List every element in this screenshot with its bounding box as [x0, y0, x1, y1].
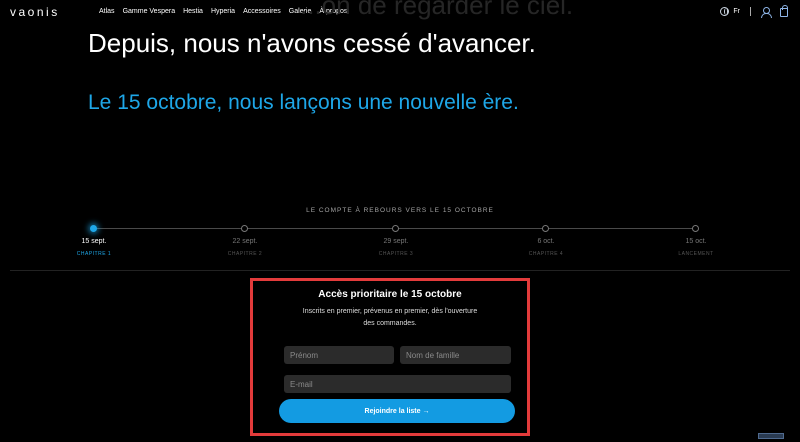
nav-item-gamme-vespera[interactable]: Gamme Vespera: [123, 8, 176, 15]
email-field[interactable]: [284, 375, 511, 393]
timeline-dot-launch[interactable]: [692, 225, 699, 232]
corner-widget[interactable]: [758, 433, 784, 439]
step-date-3: 29 sept.: [383, 238, 409, 245]
step-chapter-1: CHAPITRE 1: [76, 251, 112, 257]
vaonis-logo[interactable]: vaonis: [10, 5, 60, 19]
last-name-field[interactable]: [400, 346, 511, 364]
language-selector[interactable]: Fr: [720, 7, 740, 16]
hero-subline: Le 15 octobre, nous lançons une nouvelle…: [88, 91, 519, 114]
step-chapter-4: CHAPITRE 4: [528, 251, 564, 257]
section-divider: [10, 270, 790, 271]
timeline-dot-chapter-4[interactable]: [542, 225, 549, 232]
step-date-2: 22 sept.: [232, 238, 258, 245]
faded-previous-headline: ...on de regarder le ciel.: [300, 0, 574, 20]
timeline-dot-chapter-1[interactable]: [90, 225, 97, 232]
language-label: Fr: [733, 8, 740, 15]
form-title: Accès prioritaire le 15 octobre: [318, 289, 462, 300]
step-date-5: 15 oct.: [685, 238, 707, 245]
step-date-1: 15 sept.: [81, 238, 107, 245]
join-list-button[interactable]: Rejoindre la liste →: [279, 399, 515, 423]
step-chapter-2: CHAPITRE 2: [227, 251, 263, 257]
user-account-icon[interactable]: [761, 6, 772, 18]
header-divider: [750, 7, 751, 16]
header-tools: Fr: [720, 5, 788, 18]
globe-icon: [720, 7, 730, 16]
timeline-dot-chapter-3[interactable]: [392, 225, 399, 232]
countdown-title: LE COMPTE À REBOURS VERS LE 15 OCTOBRE: [306, 207, 494, 214]
form-description: Inscrits en premier, prévenus en premier…: [302, 308, 478, 327]
priority-access-form: Accès prioritaire le 15 octobre Inscrits…: [250, 278, 530, 436]
first-name-field[interactable]: [284, 346, 394, 364]
step-date-4: 6 oct.: [537, 238, 555, 245]
hero-headline: Depuis, nous n'avons cessé d'avancer.: [88, 28, 536, 58]
shopping-bag-icon[interactable]: [780, 5, 788, 17]
nav-item-atlas[interactable]: Atlas: [99, 8, 115, 15]
timeline-dot-chapter-2[interactable]: [241, 225, 248, 232]
step-chapter-launch: LANCEMENT: [678, 251, 714, 257]
nav-item-accessoires[interactable]: Accessoires: [243, 8, 281, 15]
nav-item-hyperia[interactable]: Hyperia: [211, 8, 235, 15]
nav-item-hestia[interactable]: Hestia: [183, 8, 203, 15]
step-chapter-3: CHAPITRE 3: [378, 251, 414, 257]
